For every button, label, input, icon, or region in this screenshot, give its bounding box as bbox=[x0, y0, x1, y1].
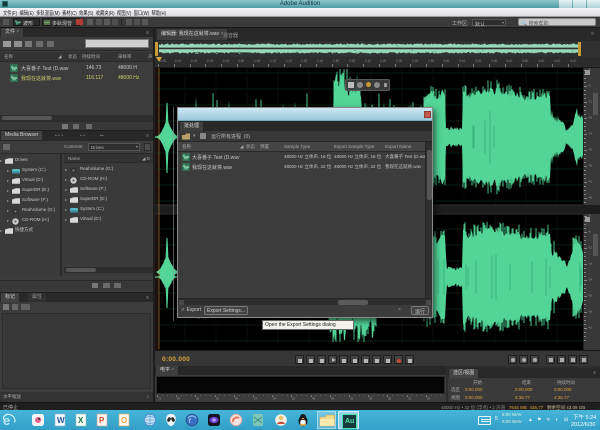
svg-text:O: O bbox=[121, 416, 127, 425]
svg-text:X: X bbox=[78, 416, 84, 425]
svg-text:W: W bbox=[57, 416, 65, 425]
svg-text:P: P bbox=[99, 416, 105, 425]
